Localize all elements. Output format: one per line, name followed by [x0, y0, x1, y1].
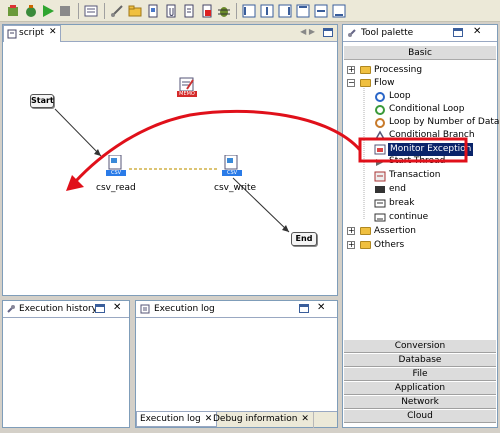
tree-item-loop-by-number[interactable]: Loop by Number of Data: [389, 116, 499, 129]
tab-script-label: script: [19, 28, 45, 38]
palette-category-application[interactable]: Application: [344, 381, 496, 395]
tab-script[interactable]: script ✕: [3, 25, 61, 42]
close-icon[interactable]: ✕: [113, 302, 121, 313]
tree-item-continue[interactable]: continue: [389, 211, 428, 224]
tree-item-start-thread[interactable]: Start Thread: [389, 155, 445, 168]
tree-item-end[interactable]: end: [389, 183, 406, 196]
csv-read-tag: CSV: [106, 170, 126, 176]
tree-item-break[interactable]: break: [389, 197, 414, 210]
execution-history-panel: Execution history ✕: [2, 300, 130, 428]
align-top-icon[interactable]: [296, 4, 310, 18]
csv-write-label: csv_write: [214, 183, 257, 193]
palette-section-basic[interactable]: Basic: [344, 46, 496, 60]
maximize-icon[interactable]: [95, 304, 105, 313]
execution-log-title: Execution log: [154, 304, 215, 314]
tree-item-assertion[interactable]: Assertion: [374, 225, 416, 238]
conditional-branch-icon: [375, 130, 385, 140]
palette-category-file[interactable]: File: [344, 367, 496, 381]
stop-icon[interactable]: [58, 4, 72, 18]
conditional-loop-icon: [375, 105, 385, 115]
execution-log-bottom-tabs: Execution log ✕ Debug information ✕: [136, 411, 337, 428]
memo-node[interactable]: MEMO: [177, 77, 197, 99]
break-icon: [374, 199, 386, 208]
history-icon: [7, 305, 15, 313]
palette-category-database[interactable]: Database: [344, 353, 496, 367]
csv-read-label: csv_read: [96, 183, 136, 193]
align-left-icon[interactable]: [242, 4, 256, 18]
close-icon[interactable]: ✕: [317, 302, 325, 313]
tree-item-conditional-loop[interactable]: Conditional Loop: [389, 103, 464, 116]
execution-history-header: Execution history ✕: [3, 301, 129, 318]
palette-category-conversion[interactable]: Conversion: [344, 339, 496, 353]
editor-canvas[interactable]: Start MEMO CSV csv_read CSV csv_write En…: [3, 42, 337, 295]
main-toolbar: [0, 0, 500, 22]
tree-item-conditional-branch[interactable]: Conditional Branch: [389, 129, 475, 137]
loop-icon: [375, 92, 385, 102]
tab-execution-log[interactable]: Execution log ✕: [136, 411, 218, 427]
monitor-exception-icon: [374, 144, 386, 155]
palette-category-cloud[interactable]: Cloud: [344, 409, 496, 423]
loop-by-number-icon: [375, 118, 385, 128]
tool-palette-header: Tool palette ✕: [343, 25, 497, 42]
folder-icon: [360, 227, 371, 235]
tab-script-close-icon[interactable]: ✕: [49, 27, 57, 37]
end-node-label: End: [295, 234, 313, 243]
transaction-icon: [374, 171, 386, 182]
maximize-icon[interactable]: [323, 28, 333, 37]
align-bottom-icon[interactable]: [332, 4, 346, 18]
run-icon[interactable]: [41, 4, 55, 18]
others-expander-icon[interactable]: +: [347, 241, 355, 249]
start-thread-icon: [376, 159, 384, 166]
execution-history-title: Execution history: [19, 304, 97, 314]
properties-icon[interactable]: [84, 4, 98, 18]
debug-icon[interactable]: [24, 4, 38, 18]
csv-read-node[interactable]: CSV: [103, 155, 129, 179]
maximize-icon[interactable]: [453, 28, 463, 37]
connect-tool-icon[interactable]: [110, 4, 124, 18]
execution-log-panel: Execution log ✕ Execution log ✕ Debug inf…: [135, 300, 338, 428]
align-center-icon[interactable]: [260, 4, 274, 18]
start-node[interactable]: Start: [30, 94, 54, 108]
tab-scroll-icon[interactable]: ◀ ▶: [300, 27, 315, 36]
tool-palette-title: Tool palette: [361, 28, 414, 38]
script-icon: [7, 29, 17, 39]
log-icon: [140, 304, 150, 314]
start-node-label: Start: [31, 96, 54, 105]
run-with-options-icon[interactable]: [6, 4, 20, 18]
editor-tabbar: script ✕ ◀ ▶: [3, 25, 337, 42]
tree-item-others[interactable]: Others: [374, 239, 404, 252]
csv-write-node[interactable]: CSV: [219, 155, 245, 179]
end-icon: [375, 186, 385, 193]
palette-tree: + Processing − Flow Loop Conditional Loo…: [344, 61, 499, 338]
tab-debug-information-label: Debug information: [213, 414, 298, 424]
tree-item-transaction[interactable]: Transaction: [389, 169, 441, 182]
folder-open-icon[interactable]: [128, 4, 142, 18]
tab-execution-log-label: Execution log: [140, 414, 201, 424]
continue-icon: [374, 213, 386, 222]
tree-item-loop[interactable]: Loop: [389, 90, 411, 103]
script-editor: script ✕ ◀ ▶ Start MEMO CSV csv_read CSV…: [2, 24, 338, 296]
close-icon[interactable]: ✕: [473, 26, 481, 37]
memo-tag: MEMO: [177, 91, 197, 97]
align-middle-icon[interactable]: [314, 4, 328, 18]
execution-log-header: Execution log ✕: [136, 301, 337, 318]
folder-icon: [360, 241, 371, 249]
csv-write-tag: CSV: [222, 170, 242, 176]
tool-palette-icon: [348, 29, 356, 37]
delete-document-icon[interactable]: [200, 4, 214, 18]
bug-icon[interactable]: [217, 4, 231, 18]
flow-connections: [54, 108, 290, 233]
attachment-icon[interactable]: [164, 4, 178, 18]
tab-debug-information[interactable]: Debug information ✕: [210, 412, 314, 428]
tab-debug-information-close-icon[interactable]: ✕: [301, 414, 309, 424]
align-right-icon[interactable]: [278, 4, 292, 18]
page-icon[interactable]: [182, 4, 196, 18]
palette-category-network[interactable]: Network: [344, 395, 496, 409]
assertion-expander-icon[interactable]: +: [347, 227, 355, 235]
maximize-icon[interactable]: [299, 304, 309, 313]
end-node[interactable]: End: [291, 232, 317, 246]
document-icon[interactable]: [146, 4, 160, 18]
